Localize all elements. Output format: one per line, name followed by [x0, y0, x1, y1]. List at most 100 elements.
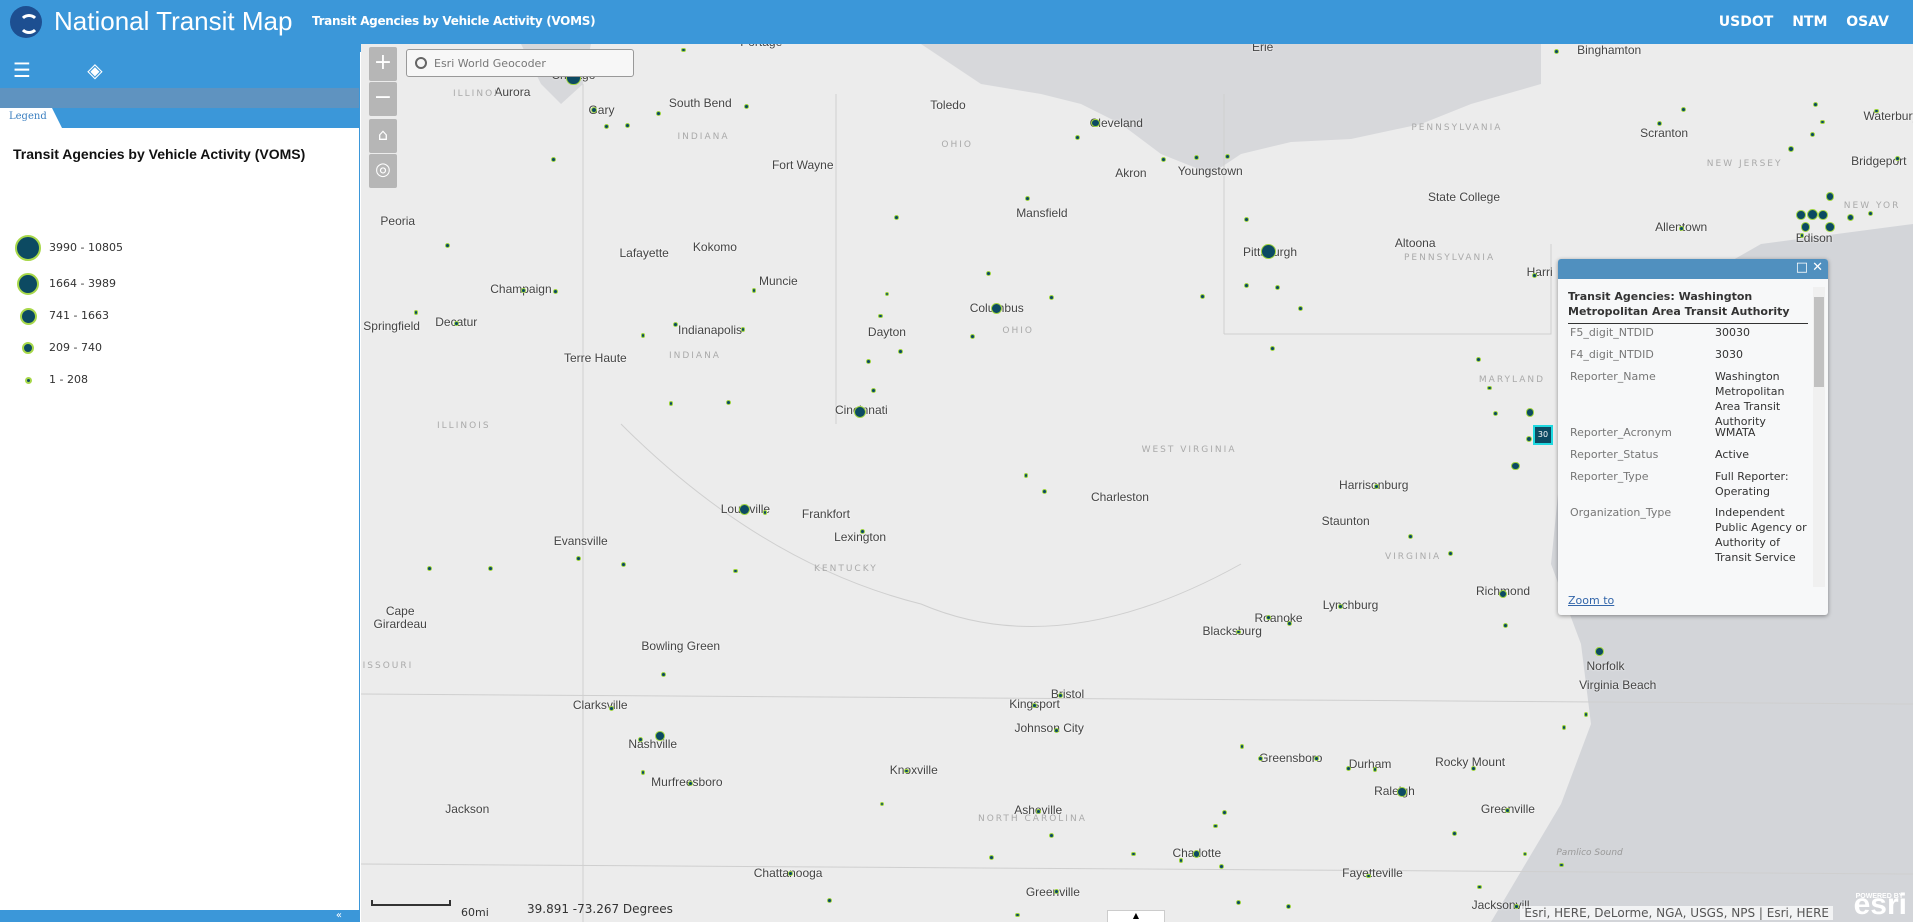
- legend-label: 3990 - 10805: [49, 241, 123, 254]
- transit-agency-marker[interactable]: [1800, 222, 1811, 232]
- transit-agency-marker[interactable]: [1035, 808, 1041, 814]
- transit-agency-marker[interactable]: [1525, 436, 1532, 443]
- transit-agency-marker[interactable]: [1825, 192, 1835, 201]
- transit-agency-marker[interactable]: [688, 780, 693, 786]
- transit-agency-marker[interactable]: [640, 769, 646, 775]
- transit-agency-marker[interactable]: [591, 106, 598, 113]
- locate-button[interactable]: ◎: [369, 154, 397, 188]
- transit-agency-marker[interactable]: [1407, 534, 1413, 540]
- transit-agency-marker[interactable]: [1514, 904, 1519, 909]
- legend-symbol-icon: [24, 376, 32, 384]
- transit-agency-marker[interactable]: [1867, 211, 1873, 216]
- transit-agency-marker[interactable]: [1074, 135, 1080, 141]
- transit-agency-marker[interactable]: [1257, 756, 1263, 762]
- transit-agency-marker[interactable]: [1505, 807, 1511, 813]
- transit-agency-marker[interactable]: [453, 320, 459, 326]
- tab-legend[interactable]: Legend: [0, 108, 62, 128]
- transit-agency-marker[interactable]: [655, 730, 665, 741]
- selected-marker[interactable]: 30: [1533, 425, 1553, 445]
- legend-list-icon[interactable]: ☰: [9, 58, 35, 82]
- transit-agency-marker[interactable]: [1178, 857, 1184, 863]
- transit-agency-marker[interactable]: [1894, 156, 1900, 162]
- transit-agency-marker[interactable]: [1656, 120, 1662, 126]
- city-label: Bowling Green: [641, 638, 721, 653]
- transit-agency-marker[interactable]: [1795, 209, 1806, 220]
- transit-agency-marker[interactable]: [1285, 904, 1291, 909]
- transit-agency-marker[interactable]: [866, 358, 872, 364]
- home-button[interactable]: ⌂: [369, 119, 397, 153]
- maximize-icon[interactable]: □: [1796, 260, 1808, 275]
- transit-agency-marker[interactable]: [1451, 830, 1457, 836]
- transit-agency-marker[interactable]: [788, 871, 793, 876]
- transit-agency-marker[interactable]: [1032, 702, 1037, 708]
- transit-agency-marker[interactable]: [1224, 153, 1230, 159]
- ntm-link[interactable]: NTM: [1792, 14, 1827, 30]
- transit-agency-marker[interactable]: [1396, 786, 1407, 797]
- zoom-out-button[interactable]: −: [369, 82, 397, 116]
- collapse-sidebar-button[interactable]: «: [0, 910, 360, 922]
- transit-agency-marker[interactable]: [744, 103, 750, 109]
- transit-agency-marker[interactable]: [1041, 489, 1047, 495]
- transit-agency-marker[interactable]: [1024, 196, 1030, 202]
- legend-item: 1664 - 3989: [0, 272, 300, 298]
- transit-agency-marker[interactable]: [1338, 603, 1344, 609]
- osav-link[interactable]: OSAV: [1846, 14, 1889, 30]
- transit-agency-marker[interactable]: [871, 387, 876, 393]
- transit-agency-marker[interactable]: [1218, 863, 1224, 869]
- transit-agency-marker[interactable]: [680, 47, 686, 53]
- transit-agency-marker[interactable]: [1261, 244, 1277, 259]
- transit-agency-marker[interactable]: [1510, 461, 1520, 471]
- zoom-to-link[interactable]: Zoom to: [1568, 594, 1614, 607]
- transit-agency-marker[interactable]: [1825, 222, 1835, 232]
- search-input[interactable]: Esri World Geocoder: [406, 49, 634, 77]
- transit-agency-marker[interactable]: [1235, 629, 1241, 635]
- transit-agency-marker[interactable]: [985, 270, 991, 276]
- city-label: Nashville: [628, 737, 678, 752]
- transit-agency-marker[interactable]: [827, 897, 833, 903]
- transit-agency-marker[interactable]: [897, 348, 903, 354]
- transit-agency-marker[interactable]: [1554, 48, 1560, 54]
- transit-agency-marker[interactable]: [1345, 766, 1351, 772]
- expand-panel-button[interactable]: ▲: [1107, 910, 1165, 922]
- transit-agency-marker[interactable]: [413, 309, 419, 315]
- transit-agency-marker[interactable]: [1561, 724, 1567, 730]
- transit-agency-marker[interactable]: [552, 289, 558, 294]
- transit-agency-marker[interactable]: [624, 123, 630, 129]
- layers-icon[interactable]: ◈: [82, 58, 108, 82]
- transit-agency-marker[interactable]: [445, 242, 451, 248]
- transit-agency-marker[interactable]: [1525, 408, 1535, 417]
- transit-agency-marker[interactable]: [751, 287, 757, 293]
- legend-label: 741 - 1663: [49, 309, 109, 322]
- state-label: PENNSYLVANIA: [1411, 123, 1503, 134]
- close-icon[interactable]: ✕: [1812, 260, 1823, 275]
- transit-agency-marker[interactable]: [638, 736, 643, 742]
- transit-agency-marker[interactable]: [1212, 823, 1218, 829]
- city-label: Clarksville: [572, 698, 628, 713]
- transit-agency-marker[interactable]: [1235, 900, 1241, 906]
- transit-agency-marker[interactable]: [1595, 647, 1604, 656]
- transit-agency-marker[interactable]: [575, 556, 581, 562]
- transit-agency-marker[interactable]: [969, 334, 975, 340]
- transit-agency-marker[interactable]: [608, 706, 614, 712]
- transit-agency-marker[interactable]: [740, 326, 746, 332]
- zoom-in-button[interactable]: +: [369, 47, 397, 81]
- transit-agency-marker[interactable]: [488, 566, 493, 571]
- transit-agency-marker[interactable]: [1678, 225, 1684, 231]
- transit-agency-marker[interactable]: [894, 214, 900, 220]
- transit-agency-marker[interactable]: [520, 287, 526, 293]
- transit-agency-marker[interactable]: [1373, 484, 1379, 490]
- field-value: WMATA: [1715, 426, 1756, 439]
- transit-agency-marker[interactable]: [725, 400, 731, 406]
- transit-agency-marker[interactable]: [1266, 614, 1272, 620]
- city-label: Lafayette: [619, 245, 669, 260]
- popup-scrollbar[interactable]: [1813, 287, 1825, 587]
- transit-agency-marker[interactable]: [1287, 620, 1292, 626]
- usdot-link[interactable]: USDOT: [1719, 14, 1774, 30]
- transit-agency-marker[interactable]: [1817, 209, 1828, 220]
- transit-agency-marker[interactable]: [1787, 145, 1794, 152]
- transit-agency-marker[interactable]: [1057, 692, 1063, 698]
- map-view[interactable]: PortageErieBinghamtonAuroraSouth BendTol…: [361, 44, 1913, 922]
- city-label: Fort Wayne: [771, 158, 834, 173]
- transit-agency-marker[interactable]: [762, 509, 768, 515]
- transit-agency-marker[interactable]: [427, 566, 432, 571]
